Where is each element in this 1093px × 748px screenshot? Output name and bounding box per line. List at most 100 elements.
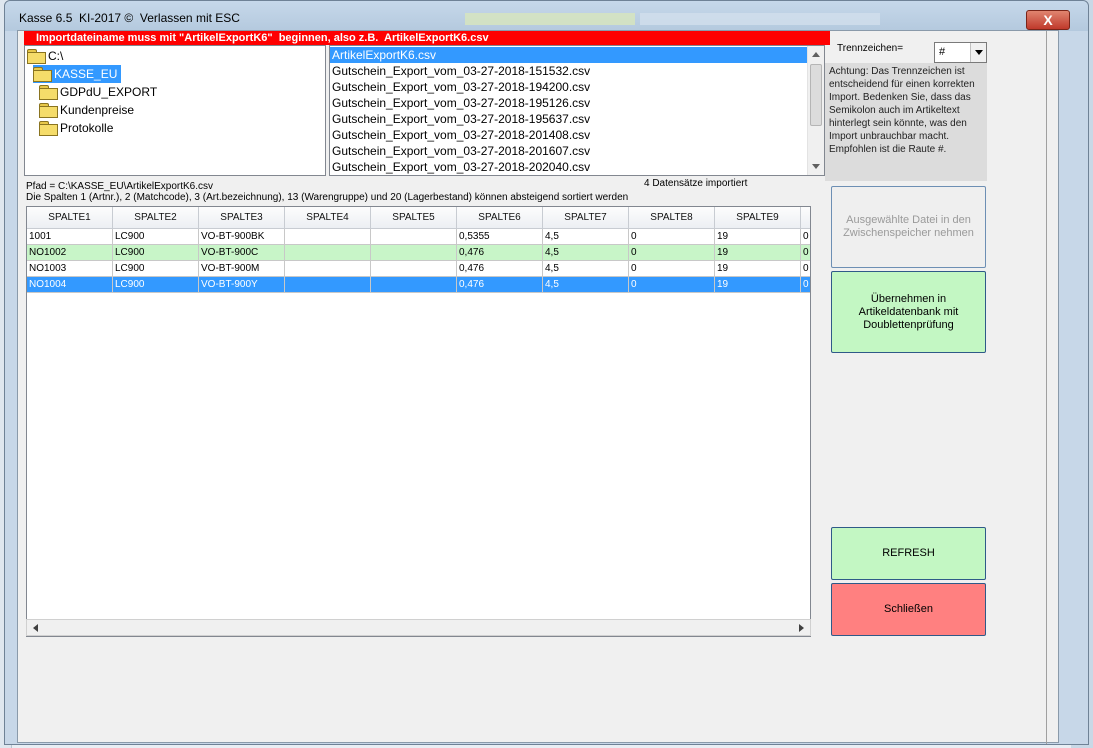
import-filename-warning: Importdateiname muss mit "ArtikelExportK… bbox=[24, 31, 830, 45]
file-list-item[interactable]: Gutschein_Export_vom_03-27-2018-201408.c… bbox=[330, 127, 808, 143]
table-row[interactable]: 1001 LC900 VO-BT-900BK 0,5355 4,5 0 19 0 bbox=[27, 229, 810, 245]
table-cell[interactable]: 0,476 bbox=[457, 245, 543, 261]
file-list-item[interactable]: Gutschein_Export_vom_03-27-2018-201607.c… bbox=[330, 143, 808, 159]
table-cell[interactable]: 0 bbox=[629, 229, 715, 245]
table-cell[interactable]: 0,476 bbox=[457, 277, 543, 293]
folder-label: C:\ bbox=[48, 49, 64, 63]
table-cell[interactable]: VO-BT-900C bbox=[199, 245, 285, 261]
scroll-down-arrow-icon[interactable] bbox=[812, 164, 820, 169]
table-cell[interactable]: LC900 bbox=[113, 261, 199, 277]
table-cell[interactable]: 0 bbox=[801, 277, 810, 293]
file-list-item[interactable]: Gutschein_Export_vom_03-27-2018-195126.c… bbox=[330, 95, 808, 111]
close-button[interactable]: Schließen bbox=[831, 583, 986, 636]
table-cell[interactable]: NO1002 bbox=[27, 245, 113, 261]
table-cell[interactable]: 19 bbox=[715, 245, 801, 261]
file-list-item[interactable]: Gutschein_Export_vom_03-27-2018-195637.c… bbox=[330, 111, 808, 127]
folder-icon bbox=[39, 121, 58, 136]
table-cell[interactable] bbox=[285, 229, 371, 245]
window-close-button[interactable]: X bbox=[1026, 10, 1070, 30]
column-header[interactable]: SPALTE2 bbox=[113, 207, 199, 229]
column-header[interactable]: SPALTE8 bbox=[629, 207, 715, 229]
folder-item[interactable]: C:\ bbox=[27, 47, 67, 65]
column-header[interactable]: SPALTE5 bbox=[371, 207, 457, 229]
records-imported-label: 4 Datensätze importiert bbox=[644, 178, 748, 189]
column-header[interactable]: SPALTE9 bbox=[715, 207, 801, 229]
table-cell[interactable]: 0 bbox=[801, 229, 810, 245]
table-row[interactable]: NO1002 LC900 VO-BT-900C 0,476 4,5 0 19 0 bbox=[27, 245, 810, 261]
refresh-button[interactable]: REFRESH bbox=[831, 527, 986, 580]
table-cell[interactable]: VO-BT-900Y bbox=[199, 277, 285, 293]
copy-to-clipboard-button[interactable]: Ausgewählte Datei in den Zwischenspeiche… bbox=[831, 186, 986, 268]
file-list[interactable]: Gutschein_Export_vom_03-27-2018-202040.c… bbox=[329, 45, 825, 176]
title-bar[interactable]: Kasse 6.5 KI-2017 © Verlassen mit ESC X bbox=[5, 1, 1088, 31]
scroll-up-arrow-icon[interactable] bbox=[812, 52, 820, 57]
window-title: Kasse 6.5 KI-2017 © Verlassen mit ESC bbox=[19, 11, 240, 25]
table-cell[interactable]: 19 bbox=[715, 261, 801, 277]
file-list-item[interactable]: Gutschein_Export_vom_03-27-2018-194200.c… bbox=[330, 79, 808, 95]
folder-label: GDPdU_EXPORT bbox=[60, 85, 158, 99]
table-cell[interactable]: LC900 bbox=[113, 245, 199, 261]
table-cell[interactable]: NO1004 bbox=[27, 277, 113, 293]
import-to-article-db-button[interactable]: Übernehmen in Artikeldatenbank mit Doubl… bbox=[831, 271, 986, 353]
folder-icon bbox=[39, 103, 58, 118]
table-cell[interactable]: 19 bbox=[715, 277, 801, 293]
file-list-scrollbar[interactable] bbox=[807, 46, 824, 175]
scroll-left-arrow-icon[interactable] bbox=[33, 624, 38, 632]
column-header[interactable]: SPALTE3 bbox=[199, 207, 285, 229]
client-divider bbox=[1046, 31, 1047, 744]
column-header[interactable]: SPALTE4 bbox=[285, 207, 371, 229]
table-cell[interactable]: LC900 bbox=[113, 229, 199, 245]
table-cell[interactable] bbox=[371, 277, 457, 293]
folder-item[interactable]: Protokolle bbox=[39, 119, 117, 137]
scroll-thumb[interactable] bbox=[810, 64, 822, 126]
table-row[interactable]: NO1004 LC900 VO-BT-900Y 0,476 4,5 0 19 0 bbox=[27, 277, 810, 293]
table-cell[interactable]: LC900 bbox=[113, 277, 199, 293]
table-cell[interactable]: NO1003 bbox=[27, 261, 113, 277]
table-cell[interactable]: 19 bbox=[715, 229, 801, 245]
separator-label: Trennzeichen= bbox=[837, 43, 904, 54]
table-row[interactable]: NO1003 LC900 VO-BT-900M 0,476 4,5 0 19 0 bbox=[27, 261, 810, 277]
table-cell[interactable]: 4,5 bbox=[543, 245, 629, 261]
table-cell[interactable] bbox=[371, 229, 457, 245]
column-header[interactable]: SPALTE6 bbox=[457, 207, 543, 229]
grid-header-row: SPALTE1 SPALTE2 SPALTE3 SPALTE4 SPALTE5 SPALT… bbox=[27, 207, 810, 229]
table-cell[interactable]: 0 bbox=[629, 245, 715, 261]
table-cell[interactable] bbox=[285, 245, 371, 261]
table-cell[interactable]: VO-BT-900M bbox=[199, 261, 285, 277]
table-cell[interactable]: 0,5355 bbox=[457, 229, 543, 245]
table-cell[interactable]: 4,5 bbox=[543, 277, 629, 293]
table-cell[interactable]: 4,5 bbox=[543, 229, 629, 245]
table-cell[interactable]: 0 bbox=[801, 261, 810, 277]
background-title-ghost-2 bbox=[640, 13, 880, 25]
import-window: Kasse 6.5 KI-2017 © Verlassen mit ESC X … bbox=[4, 0, 1089, 745]
client-area: Importdateiname muss mit "ArtikelExportK… bbox=[17, 30, 1059, 744]
table-cell[interactable]: 1001 bbox=[27, 229, 113, 245]
folder-tree[interactable]: C:\ KASSE_EU GDPdU_EXPORT Kundenpreise Proto… bbox=[24, 45, 326, 176]
folder-label: KASSE_EU bbox=[54, 67, 118, 81]
dropdown-arrow-icon[interactable] bbox=[970, 43, 986, 62]
table-cell[interactable]: VO-BT-900BK bbox=[199, 229, 285, 245]
folder-item[interactable]: KASSE_EU bbox=[33, 65, 122, 83]
table-cell[interactable]: 0 bbox=[629, 277, 715, 293]
table-cell[interactable] bbox=[371, 261, 457, 277]
table-cell[interactable]: 4,5 bbox=[543, 261, 629, 277]
file-list-item[interactable]: Gutschein_Export_vom_03-27-2018-151532.c… bbox=[330, 63, 808, 79]
folder-item[interactable]: Kundenpreise bbox=[39, 101, 138, 119]
table-cell[interactable] bbox=[285, 261, 371, 277]
table-cell[interactable]: 0 bbox=[629, 261, 715, 277]
table-cell[interactable]: 0 bbox=[801, 245, 810, 261]
file-list-item[interactable]: ArtikelExportK6.csv bbox=[330, 47, 808, 63]
scroll-right-arrow-icon[interactable] bbox=[799, 624, 804, 632]
import-data-grid[interactable]: SPALTE1 SPALTE2 SPALTE3 SPALTE4 SPALTE5 SPALT… bbox=[26, 206, 811, 637]
grid-horizontal-scrollbar[interactable] bbox=[26, 619, 811, 636]
column-header[interactable]: SPALTE7 bbox=[543, 207, 629, 229]
folder-item[interactable]: GDPdU_EXPORT bbox=[39, 83, 161, 101]
table-cell[interactable] bbox=[371, 245, 457, 261]
file-list-item[interactable]: Gutschein_Export_vom_03-27-2018-202040.c… bbox=[330, 159, 808, 175]
column-header[interactable]: SPALTE1 bbox=[27, 207, 113, 229]
table-cell[interactable]: 0,476 bbox=[457, 261, 543, 277]
table-cell[interactable] bbox=[285, 277, 371, 293]
separator-select[interactable]: # bbox=[934, 42, 987, 63]
background-title-ghost bbox=[465, 13, 635, 25]
folder-icon bbox=[27, 49, 46, 64]
